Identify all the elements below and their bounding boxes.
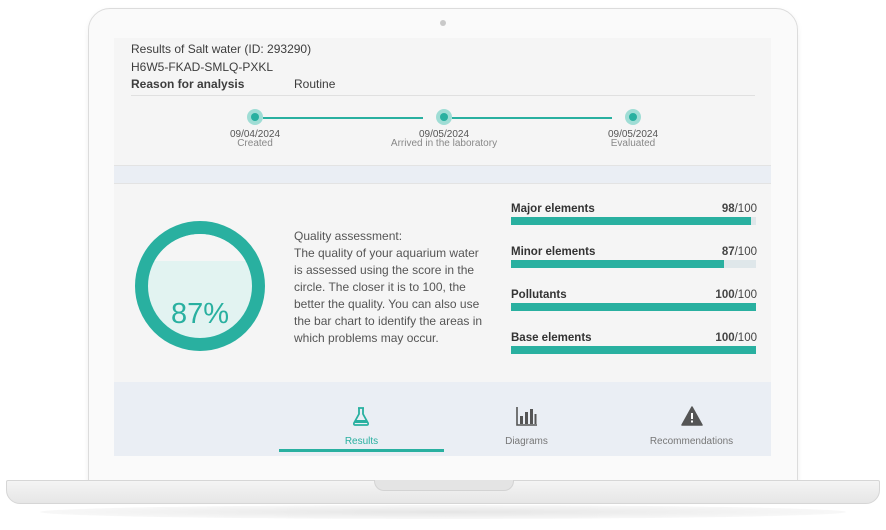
bar-track (511, 217, 756, 225)
laptop-notch (374, 480, 514, 491)
bar-fill-pollutants (511, 303, 756, 311)
bar-track (511, 260, 756, 268)
tab-diagrams[interactable]: Diagrams (444, 382, 609, 452)
gauge-empty-area (148, 234, 252, 262)
timeline-connector (452, 117, 612, 119)
section-gap (114, 166, 771, 183)
bar-score: 100/100 (715, 332, 757, 344)
laptop-shadow (40, 505, 846, 519)
timeline-connector (263, 117, 423, 119)
result-code: H6W5-FKAD-SMLQ-PXKL (131, 60, 274, 74)
screen: Results of Salt water (ID: 293290) H6W5-… (114, 38, 771, 456)
tab-bar: Results Diagrams Recommendations (114, 382, 771, 456)
timeline-step-dot (625, 109, 641, 125)
bar-label-minor-elements: Minor elements (511, 246, 596, 258)
reason-value: Routine (294, 77, 336, 91)
flask-icon (352, 407, 370, 426)
bar-label-base-elements: Base elements (511, 332, 592, 344)
timeline-label: Arrived in the laboratory (390, 138, 498, 149)
timeline-step-dot (436, 109, 452, 125)
bar-track (511, 303, 756, 311)
bar-fill-minor-elements (511, 260, 725, 268)
quality-gauge: 87% (135, 221, 265, 351)
divider (131, 95, 755, 96)
tab-label: Recommendations (649, 436, 734, 447)
bar-track (511, 346, 756, 354)
active-tab-indicator (279, 449, 444, 452)
quality-score: 87% (170, 298, 230, 330)
bar-label-pollutants: Pollutants (511, 289, 567, 301)
reason-label: Reason for analysis (131, 77, 245, 91)
tab-recommendations[interactable]: Recommendations (609, 382, 771, 452)
tab-label: Diagrams (505, 436, 548, 447)
results-title: Results of Salt water (ID: 293290) (131, 42, 312, 56)
bar-label-major-elements: Major elements (511, 203, 595, 215)
tab-results[interactable]: Results (279, 382, 444, 452)
bar-fill-major-elements (511, 217, 752, 225)
timeline-step-dot (247, 109, 263, 125)
bar-chart-icon (516, 407, 537, 426)
timeline-label: Evaluated (610, 138, 656, 149)
warning-icon (681, 406, 703, 426)
bar-score: 98/100 (721, 203, 757, 215)
quality-description-body: The quality of your aquarium water is as… (294, 246, 483, 345)
camera-icon (440, 20, 446, 26)
result-header-card: Results of Salt water (ID: 293290) H6W5-… (114, 38, 771, 166)
tab-label: Results (344, 436, 379, 447)
quality-description: Quality assessment: The quality of your … (294, 228, 489, 347)
bar-score: 87/100 (721, 246, 757, 258)
timeline-label: Created (237, 138, 273, 149)
quality-description-title: Quality assessment: (294, 229, 403, 243)
bar-score: 100/100 (715, 289, 757, 301)
quality-card: 87% Quality assessment: The quality of y… (114, 183, 771, 383)
bar-fill-base-elements (511, 346, 756, 354)
